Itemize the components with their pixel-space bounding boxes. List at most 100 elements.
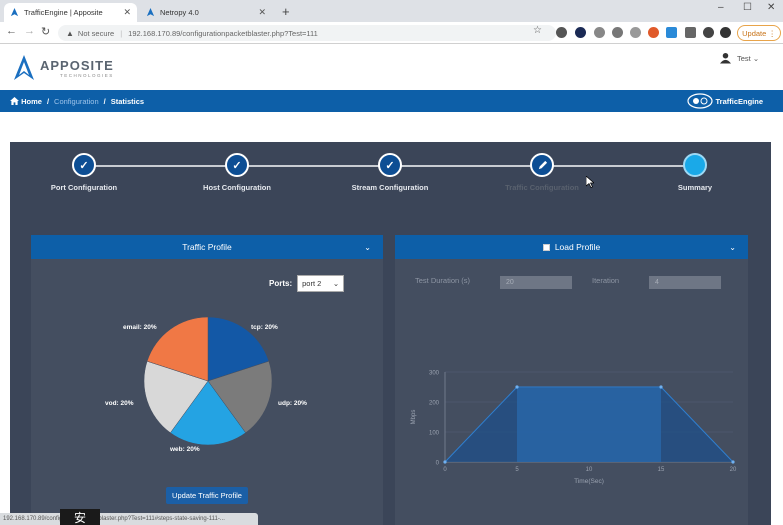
traffic-profile-title: Traffic Profile: [182, 242, 232, 252]
chevron-down-icon: ⌄: [750, 53, 760, 63]
step-label: Port Configuration: [50, 183, 118, 192]
trafficengine-logo-icon: [687, 93, 713, 109]
breadcrumb: Home / Configuration / Statistics Traffi…: [0, 90, 783, 112]
close-tab-icon[interactable]: ✕: [123, 7, 131, 18]
warning-icon: ▲: [66, 28, 74, 38]
bookmark-star-icon[interactable]: ☆: [533, 25, 542, 36]
new-tab-button[interactable]: +: [282, 4, 290, 19]
apposite-logo-icon: [14, 55, 34, 80]
back-icon[interactable]: ←: [6, 25, 17, 37]
iteration-label: Iteration: [592, 276, 620, 285]
extension-icon[interactable]: [556, 27, 567, 38]
apposite-logo[interactable]: APPOSITE TECHNOLOGIES: [12, 54, 114, 82]
step-host-configuration[interactable]: ✓: [225, 153, 249, 177]
puzzle-icon[interactable]: [703, 27, 714, 38]
x-axis-label: Time(Sec): [574, 478, 604, 485]
close-tab-icon[interactable]: ✕: [258, 7, 266, 18]
app-header: APPOSITE TECHNOLOGIES Test ⌄: [0, 44, 783, 90]
not-secure-label: Not secure: [77, 28, 115, 38]
extension-icon[interactable]: [612, 27, 623, 38]
pie-label-web: web: 20%: [170, 446, 200, 453]
forward-icon[interactable]: →: [24, 25, 35, 37]
extension-icon[interactable]: [575, 27, 586, 38]
logo-name: APPOSITE: [40, 58, 114, 73]
breadcrumb-home-label: Home: [21, 96, 42, 106]
url-text: 192.168.170.89/configurationpacketblaste…: [128, 28, 318, 38]
chevron-down-icon[interactable]: ⌄: [729, 243, 736, 252]
download-icon[interactable]: [685, 27, 696, 38]
breadcrumb-configuration[interactable]: Configuration: [54, 97, 99, 106]
minimize-icon[interactable]: –: [718, 2, 724, 13]
y-tick-label: 0: [436, 461, 440, 467]
browser-tab-bar: TrafficEngine | Apposite ✕ Netropy 4.0 ✕…: [0, 0, 783, 22]
step-summary[interactable]: [683, 153, 707, 177]
step-traffic-configuration[interactable]: [530, 153, 554, 177]
trafficengine-badge: TrafficEngine: [687, 93, 763, 109]
extension-icon[interactable]: [648, 27, 659, 38]
load-point[interactable]: [731, 460, 735, 464]
reload-icon[interactable]: ↻: [41, 25, 50, 38]
test-duration-label: Test Duration (s): [415, 276, 471, 285]
mouse-cursor-icon: [586, 176, 594, 188]
browser-tab-trafficengine[interactable]: TrafficEngine | Apposite ✕: [4, 3, 137, 22]
browser-update-button[interactable]: Update ⋮: [737, 25, 781, 41]
product-name: TrafficEngine: [715, 96, 763, 106]
profile-icon[interactable]: [720, 27, 731, 38]
maximize-icon[interactable]: ☐: [743, 2, 752, 13]
y-tick-label: 200: [429, 401, 440, 407]
browser-status-bar: 192.168.170.89/configurationpacketblaste…: [0, 513, 258, 525]
extension-icon[interactable]: [666, 27, 677, 38]
tab-title: TrafficEngine | Apposite: [24, 8, 103, 17]
check-icon: ✓: [232, 159, 242, 172]
x-tick-label: 10: [586, 467, 593, 473]
y-tick-label: 300: [429, 371, 440, 377]
update-traffic-profile-button[interactable]: Update Traffic Profile: [166, 487, 248, 504]
x-tick-label: 0: [443, 467, 447, 473]
pie-label-email: email: 20%: [123, 324, 157, 331]
load-profile-checkbox[interactable]: [542, 243, 550, 251]
steady-state-region: [517, 387, 661, 462]
breadcrumb-home[interactable]: Home: [10, 97, 42, 106]
pencil-icon: [538, 160, 547, 169]
step-label: Traffic Configuration: [505, 183, 579, 192]
ports-select[interactable]: port 2 ⌄: [297, 275, 345, 292]
load-profile-chart: 0 100 200 300 0 5 10 15 20 Time(Sec) Mbps: [411, 371, 737, 486]
update-label: Update: [742, 28, 767, 38]
x-tick-label: 20: [730, 467, 737, 473]
step-label: Stream Configuration: [351, 183, 429, 192]
check-icon: ✓: [79, 159, 89, 172]
iteration-input[interactable]: 4: [649, 276, 721, 289]
chevron-down-icon[interactable]: ⌄: [364, 243, 371, 252]
apposite-favicon-icon: [10, 8, 19, 17]
step-label: Summary: [677, 183, 713, 192]
url-field[interactable]: ▲ Not secure | 192.168.170.89/configurat…: [58, 25, 556, 41]
load-profile-title: Load Profile: [554, 242, 601, 252]
breadcrumb-current: Statistics: [110, 96, 145, 106]
traffic-pie-chart: [143, 316, 273, 446]
pie-label-vod: vod: 20%: [105, 400, 134, 407]
home-icon: [10, 97, 19, 105]
close-window-icon[interactable]: ✕: [767, 2, 775, 13]
pie-label-udp: udp: 20%: [278, 400, 307, 407]
gear-icon[interactable]: [630, 27, 641, 38]
step-port-configuration[interactable]: ✓: [72, 153, 96, 177]
check-icon: ✓: [385, 159, 395, 172]
extension-icon[interactable]: [594, 27, 605, 38]
traffic-profile-header[interactable]: Traffic Profile ⌄: [31, 235, 383, 259]
load-point[interactable]: [659, 385, 663, 389]
x-tick-label: 15: [658, 467, 665, 473]
load-point[interactable]: [443, 460, 447, 464]
logo-subtitle: TECHNOLOGIES: [60, 73, 114, 78]
x-tick-label: 5: [515, 467, 519, 473]
tab-title: Netropy 4.0: [160, 8, 199, 17]
user-menu[interactable]: Test ⌄: [720, 52, 759, 64]
load-point[interactable]: [515, 385, 519, 389]
user-name: Test: [737, 53, 751, 63]
y-tick-label: 100: [429, 431, 440, 437]
step-stream-configuration[interactable]: ✓: [378, 153, 402, 177]
load-profile-header[interactable]: Load Profile ⌄: [395, 235, 748, 259]
step-label: Host Configuration: [203, 183, 271, 192]
ports-select-value: port 2: [302, 279, 322, 288]
browser-tab-netropy[interactable]: Netropy 4.0 ✕: [140, 3, 272, 22]
test-duration-input[interactable]: 20: [500, 276, 572, 289]
